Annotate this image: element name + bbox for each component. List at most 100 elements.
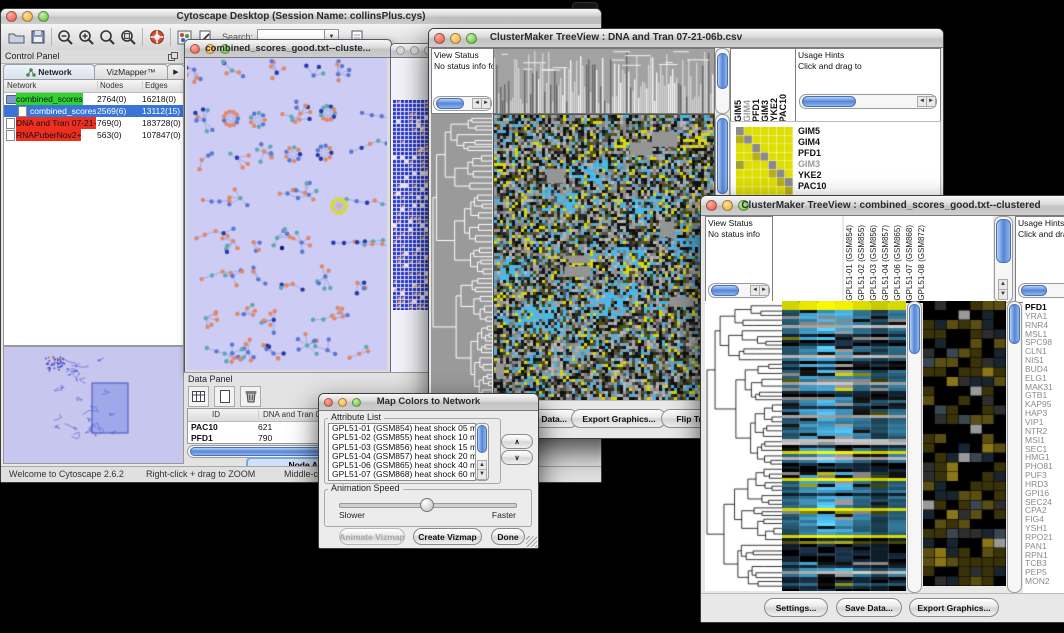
scrollbar-thumb[interactable]	[909, 304, 920, 354]
scrollbar-thumb[interactable]	[1009, 304, 1020, 344]
scrollbar-thumb[interactable]	[477, 425, 487, 453]
zoom-selected-button[interactable]	[118, 27, 139, 48]
network-list-row[interactable]: combined_scores2764(0)16218(0)	[4, 93, 183, 105]
tv1-hints-hscrollbar[interactable]: ◄ ►	[799, 94, 937, 109]
scrollbar-thumb[interactable]	[802, 96, 856, 107]
attribute-list-label: Attribute List	[328, 413, 384, 422]
tv2-heatmap[interactable]	[782, 301, 906, 591]
network-list-row[interactable]: RNAPuberNov2+563(0)107847(0)	[4, 129, 183, 141]
tab-vizmapper[interactable]: VizMapper™	[94, 64, 168, 80]
zoom-actual-button[interactable]	[97, 27, 118, 48]
move-down-button[interactable]: ∨	[501, 450, 533, 465]
tv1-title: ClusterMaker TreeView : DNA and Tran 07-…	[429, 32, 803, 43]
tab-network[interactable]: Network	[3, 64, 95, 80]
tv1-zoom-matrix[interactable]	[736, 127, 793, 195]
network-edges: 107847(0)	[142, 129, 181, 141]
adjacency-grid-canvas[interactable]	[393, 100, 432, 310]
zoom-in-button[interactable]	[76, 27, 97, 48]
tv2-export-graphics-button[interactable]: Export Graphics...	[909, 598, 999, 617]
scrollbar-thumb[interactable]	[711, 285, 739, 296]
tv2-gene-labels[interactable]: PFD1YRA1RNR4MSL1SPC98CLN1NIS1BUD4ELG1MAK…	[1023, 301, 1064, 593]
magnifier-icon	[99, 29, 116, 46]
tv1-column-labels[interactable]: GIM5GIM4PFD1GIM3YKE2PAC10	[730, 48, 798, 123]
col-edges[interactable]: Edges	[142, 81, 168, 90]
attribute-select-button[interactable]	[188, 386, 209, 407]
tv1-export-graphics-button[interactable]: Export Graphics...	[571, 409, 667, 428]
network-edges: 13112(15)	[142, 105, 180, 117]
usage-hints-text: Click and drag	[1016, 228, 1064, 239]
tv2-hints-hscrollbar[interactable]	[1018, 283, 1064, 298]
move-up-button[interactable]: ∧	[501, 434, 533, 449]
tv2-save-data-button[interactable]: Save Data...	[836, 598, 902, 617]
usage-hints-title: Usage Hints	[796, 49, 940, 60]
tv1-column-dendrogram[interactable]	[493, 48, 715, 114]
float-panel-icon[interactable]	[168, 52, 178, 61]
create-vizmap-button[interactable]: Create Vizmap	[413, 528, 482, 545]
network-name: DNA and Tran 07-21-06b	[16, 117, 96, 129]
scroll-down-icon[interactable]: ▼	[998, 289, 1008, 300]
help-button[interactable]	[146, 27, 167, 48]
tv1-heatmap[interactable]	[493, 114, 715, 403]
tv2-labels-vscrollbar[interactable]: ▲ ▼	[994, 216, 1013, 303]
minimize-icon[interactable]	[410, 46, 419, 55]
tv1-titlebar[interactable]: ClusterMaker TreeView : DNA and Tran 07-…	[429, 29, 943, 48]
scrollbar-thumb[interactable]	[996, 219, 1011, 263]
tv2-settings-button[interactable]: Settings...	[764, 598, 828, 617]
attribute-list-vscrollbar[interactable]: ▲ ▼	[475, 423, 489, 481]
done-button[interactable]: Done	[491, 528, 525, 545]
delete-attribute-button[interactable]	[240, 386, 261, 407]
scroll-right-icon[interactable]: ►	[481, 98, 491, 109]
network-canvas[interactable]	[187, 58, 387, 370]
scroll-right-icon[interactable]: ►	[926, 96, 936, 107]
tv2-titlebar[interactable]: ClusterMaker TreeView : combined_scores_…	[701, 196, 1064, 216]
tv2-zoom-heatmap[interactable]	[923, 301, 1006, 586]
network-view-titlebar[interactable]: combined_scores_good.txt--cluste...	[185, 40, 391, 58]
new-attribute-button[interactable]	[214, 386, 235, 407]
main-titlebar[interactable]: Cytoscape Desktop (Session Name: collins…	[1, 9, 601, 25]
zoom-out-button[interactable]	[55, 27, 76, 48]
network-list-row[interactable]: combined_scores_good2569(6)13112(15)	[4, 105, 183, 117]
network-overview-panel[interactable]	[3, 346, 184, 464]
animate-vizmap-button[interactable]: Animate Vizmap	[339, 528, 405, 545]
tab-network-label: Network	[38, 67, 72, 77]
resize-handle[interactable]	[526, 536, 537, 547]
tv1-status-hscrollbar[interactable]: ◄ ►	[433, 96, 492, 111]
tv2-column-labels[interactable]: GPL51-01 (GSM854)GPL51-02 (GSM855)GPL51-…	[844, 216, 939, 303]
map-colors-dialog: Map Colors to Network Attribute List GPL…	[318, 393, 539, 549]
attribute-listbox[interactable]: GPL51-01 (GSM854) heat shock 05 minGPL51…	[328, 423, 476, 481]
save-button[interactable]	[27, 27, 48, 48]
table-icon	[192, 391, 205, 402]
dp-col-id[interactable]: ID	[212, 410, 220, 419]
tv1-column-label: PAC10	[779, 94, 788, 122]
tv2-title: ClusterMaker TreeView : combined_scores_…	[701, 200, 1064, 211]
network-edges: 16218(0)	[142, 93, 176, 105]
tv1-row-dendrogram[interactable]	[431, 114, 492, 401]
tv2-heatmap-vscrollbar[interactable]	[907, 301, 922, 593]
tv1-zoom-slider[interactable]	[715, 48, 730, 114]
network-list-row[interactable]: DNA and Tran 07-21-06b769(0)183728(0)	[4, 117, 183, 129]
overview-canvas[interactable]	[4, 347, 181, 461]
tv2-zoom-vscrollbar[interactable]	[1007, 301, 1022, 593]
speed-slider-thumb[interactable]	[420, 498, 434, 512]
zoom-region-icon	[120, 29, 137, 46]
col-network[interactable]: Network	[7, 81, 36, 90]
tab-more-arrow[interactable]: ▶	[167, 64, 185, 80]
slider-thumb[interactable]	[717, 53, 728, 89]
scrollbar-thumb[interactable]	[436, 98, 464, 109]
network-name: RNAPuberNov2+	[16, 129, 81, 141]
tv2-column-dendrogram-area[interactable]	[773, 216, 842, 303]
scroll-right-icon[interactable]: ►	[759, 285, 769, 296]
close-icon[interactable]	[396, 46, 405, 55]
control-panel-header: Control Panel	[1, 50, 184, 64]
tv2-row-dendrogram[interactable]	[705, 301, 782, 591]
control-panel-label: Control Panel	[5, 51, 60, 61]
tv1-row-labels[interactable]: GIM5GIM4PFD1GIM3YKE2PAC10	[798, 126, 826, 192]
scrollbar-thumb[interactable]	[717, 118, 728, 194]
scrollbar-thumb[interactable]	[1021, 285, 1047, 296]
open-file-button[interactable]	[6, 27, 27, 48]
scroll-down-icon[interactable]: ▼	[477, 469, 487, 480]
tv2-status-hscrollbar[interactable]: ◄ ►	[708, 283, 770, 298]
dialog-titlebar[interactable]: Map Colors to Network	[319, 394, 538, 411]
col-nodes[interactable]: Nodes	[97, 81, 123, 90]
attribute-list-item[interactable]: GPL51-08 (GSM872) heat shock 80 min	[329, 480, 475, 481]
